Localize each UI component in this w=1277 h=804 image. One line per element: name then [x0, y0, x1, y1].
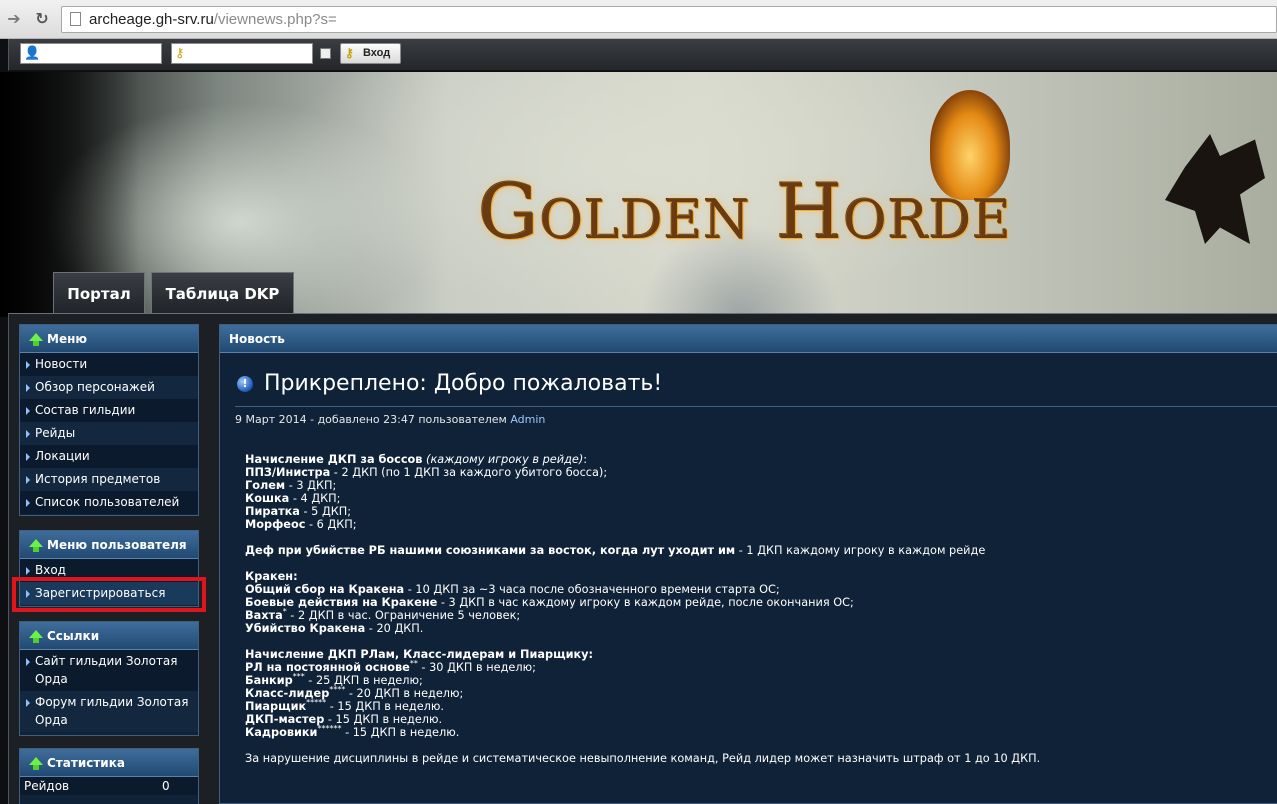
dragon-icon: [1165, 134, 1265, 244]
body-line: Убийство Кракена - 20 ДКП.: [245, 622, 424, 635]
sidebar-links: Ссылки Сайт гильдии Золотая Орда Форум г…: [19, 621, 199, 736]
body-line: Начисление ДКП за боссов (каждому игроку…: [245, 453, 588, 466]
news-panel-header: Новость: [220, 325, 1277, 353]
stats-header: Статистика: [20, 749, 198, 777]
key-icon: ⚷: [345, 46, 354, 60]
tab-portal[interactable]: Портал: [53, 272, 145, 314]
register-highlight-box: [12, 577, 206, 612]
body-line: Банкир*** - 25 ДКП в неделю;: [245, 672, 423, 688]
body-line: Класс-лидер**** - 20 ДКП в неделю;: [245, 685, 464, 701]
body-line: Морфеос - 6 ДКП;: [245, 518, 357, 531]
links-header: Ссылки: [20, 622, 198, 650]
body-line: Кошка - 4 ДКП;: [245, 492, 341, 505]
sidebar-item-raids[interactable]: Рейды: [20, 422, 198, 445]
news-panel: Новость ! Прикреплено: Добро пожаловать!…: [219, 324, 1277, 804]
sidebar-item-user-list[interactable]: Список пользователей: [20, 491, 198, 514]
password-field[interactable]: ⚷: [171, 43, 313, 64]
page-icon: [70, 12, 81, 26]
bullet-icon: [26, 499, 30, 507]
author-link[interactable]: Admin: [510, 413, 545, 426]
body-line: Начисление ДКП РЛам, Класс-лидерам и Пиа…: [245, 648, 594, 661]
body-line: Вахта* - 2 ДКП в час. Ограничение 5 чело…: [245, 607, 521, 623]
arrow-up-icon: [29, 630, 43, 643]
sidebar-item-guild-site[interactable]: Сайт гильдии Золотая Орда: [20, 650, 198, 691]
sidebar-menu-header: Меню: [20, 325, 198, 353]
sidebar-item-item-history[interactable]: История предметов: [20, 468, 198, 491]
reload-icon[interactable]: ↻: [31, 8, 53, 30]
bullet-icon: [26, 699, 30, 707]
news-meta: 9 Март 2014 - добавлено 23:47 пользовате…: [235, 413, 546, 426]
body-line: Кракен:: [245, 570, 298, 583]
url-text: archeage.gh-srv.ru/viewnews.php?s=: [89, 11, 337, 28]
bullet-icon: [26, 407, 30, 415]
bullet-icon: [26, 567, 30, 575]
forward-arrow-icon[interactable]: ➔: [3, 8, 25, 30]
sidebar-item-guild-forum[interactable]: Форум гильдии Золотая Орда: [20, 691, 198, 732]
body-line: Голем - 3 ДКП;: [245, 479, 337, 492]
site-logo-text: Golden Horde: [478, 167, 1012, 256]
body-line: Пиарщик***** - 15 ДКП в неделю.: [245, 698, 444, 714]
login-button[interactable]: ⚷ Вход: [340, 43, 401, 64]
username-input[interactable]: [41, 45, 157, 62]
arrow-up-icon: [29, 757, 43, 770]
sidebar-item-news[interactable]: Новости: [20, 353, 198, 376]
bullet-icon: [26, 384, 30, 392]
bullet-icon: [26, 453, 30, 461]
username-field[interactable]: 👤: [20, 43, 162, 64]
tab-dkp-table[interactable]: Таблица DKP: [151, 272, 294, 314]
bullet-icon: [26, 430, 30, 438]
body-line: ППЗ/Иниcтра - 2 ДКП (по 1 ДКП за каждого…: [245, 466, 608, 479]
body-line: РЛ на постоянной основе** - 30 ДКП в нед…: [245, 659, 536, 675]
body-line: Деф при убийстве РБ нашими союзниками за…: [245, 544, 986, 557]
sidebar-menu: Меню Новости Обзор персонажей Состав гил…: [19, 324, 199, 516]
sidebar-stats: Статистика Рейдов 0: [19, 748, 199, 804]
stat-row-raids: Рейдов 0: [20, 777, 198, 795]
browser-toolbar: ➔ ↻ archeage.gh-srv.ru/viewnews.php?s=: [0, 0, 1277, 39]
arrow-up-icon: [29, 333, 43, 346]
body-line: ДКП-мастер - 15 ДКП в неделю.: [245, 713, 443, 726]
body-line: Пиратка - 5 ДКП;: [245, 505, 352, 518]
sidebar-item-guild-roster[interactable]: Состав гильдии: [20, 399, 198, 422]
login-bar: 👤 ⚷ ⚷ Вход: [8, 39, 1277, 71]
sidebar-item-characters[interactable]: Обзор персонажей: [20, 376, 198, 399]
user-icon: 👤: [24, 46, 41, 61]
address-bar[interactable]: archeage.gh-srv.ru/viewnews.php?s=: [61, 6, 1277, 33]
info-icon: !: [237, 376, 253, 392]
bullet-icon: [26, 658, 30, 666]
body-line: Общий сбор на Кракена - 10 ДКП за ~3 час…: [245, 583, 780, 596]
bullet-icon: [26, 361, 30, 369]
password-input[interactable]: [192, 45, 308, 62]
body-line: За нарушение дисциплины в рейде и систем…: [245, 752, 1041, 765]
body-line: Кадровики****** - 15 ДКП в неделю.: [245, 724, 460, 740]
user-menu-header: Меню пользователя: [20, 531, 198, 559]
divider: [235, 406, 1277, 407]
remember-me-checkbox[interactable]: [320, 48, 331, 59]
key-icon: ⚷: [175, 46, 185, 61]
arrow-up-icon: [29, 539, 43, 552]
body-line: Боевые действия на Кракене - 3 ДКП в час…: [245, 596, 854, 609]
bullet-icon: [26, 476, 30, 484]
news-title: Прикреплено: Добро пожаловать!: [264, 371, 663, 396]
sidebar-item-locations[interactable]: Локации: [20, 445, 198, 468]
news-body: Начисление ДКП за боссов (каждому игроку…: [245, 453, 1265, 765]
